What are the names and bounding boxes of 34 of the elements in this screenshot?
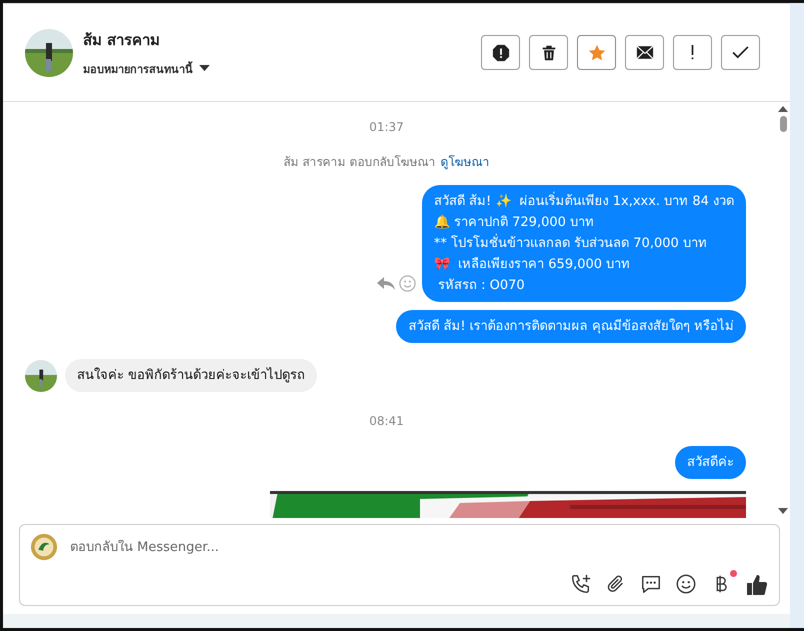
scroll-thumb[interactable]: [780, 116, 786, 132]
spam-button[interactable]: [481, 35, 520, 70]
check-icon: [732, 46, 749, 59]
ad-reply-note: ส้ม สารคาม ตอบกลับโฆษณา: [284, 154, 436, 171]
thumbs-up-icon[interactable]: [745, 573, 769, 597]
alert-octagon-icon: [492, 44, 510, 62]
scroll-up-icon[interactable]: [778, 106, 788, 112]
exclamation-icon: [690, 45, 695, 60]
caret-icon: [199, 65, 210, 72]
star-icon: [588, 44, 606, 62]
avatar: [25, 360, 57, 392]
assign-dropdown[interactable]: มอบหมายการสนทนานี้: [83, 60, 210, 78]
star-button[interactable]: [577, 35, 616, 70]
smiley-icon[interactable]: [675, 573, 697, 595]
scroll-down-icon[interactable]: [778, 508, 788, 514]
delete-button[interactable]: [529, 35, 568, 70]
outgoing-message: สวัสดี ส้ม! ✨ ผ่อนเริ่มต้นเพียง 1x,xxx. บาท 84 งวด 🔔 ราคาปกติ 729,000 บาท ** โปรโมชั่นข้าวแลกลด รับส่วนลด 70,000 บาท 🎀 เหลือเพียงราคา 659,000 บาท รหัสรถ : O070: [422, 185, 746, 302]
trash-icon: [540, 44, 558, 62]
phone-plus-icon[interactable]: [570, 573, 592, 595]
notification-dot: [730, 570, 737, 577]
reply-icon[interactable]: [376, 276, 395, 290]
outgoing-message: สวัสดีค่ะ: [675, 446, 746, 479]
timestamp: 08:41: [369, 414, 404, 428]
envelope-icon: [636, 45, 654, 60]
contact-name: ส้ม สารคาม: [83, 30, 162, 50]
mail-button[interactable]: [625, 35, 664, 70]
important-button[interactable]: [673, 35, 712, 70]
outgoing-message: สวัสดี ส้ม! เราต้องการติดตามผล คุณมีข้อสงสัยใดๆ หรือไม่: [396, 310, 746, 343]
page-logo: [30, 533, 58, 561]
view-ad-link[interactable]: ดูโฆษณา: [440, 152, 490, 171]
timestamp: 01:37: [369, 120, 404, 134]
done-button[interactable]: [721, 35, 760, 70]
incoming-message: สนใจค่ะ ขอพิกัดร้านด้วยค่ะจะเข้าไปดูรถ: [65, 359, 318, 392]
speech-bubble-icon[interactable]: [640, 573, 662, 595]
